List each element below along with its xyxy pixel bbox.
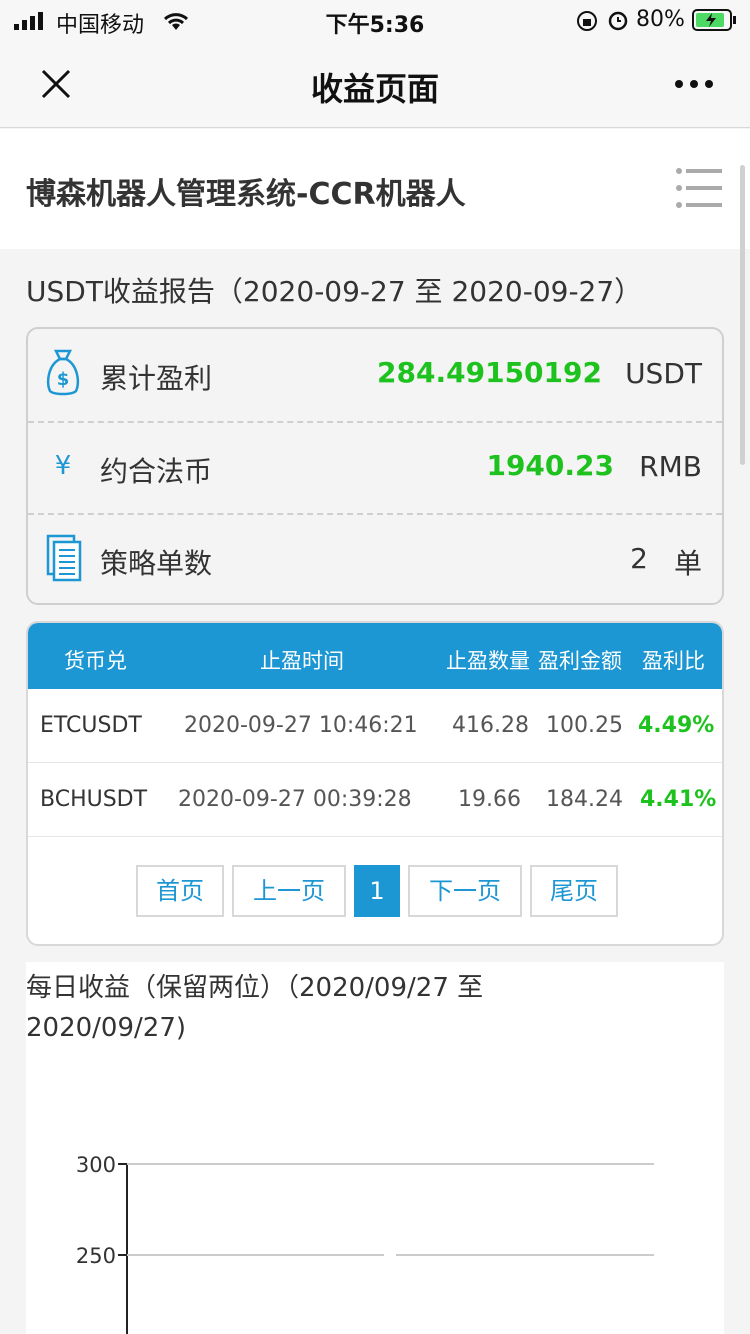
rotation-lock-icon [577,11,597,31]
page-title: 收益页面 [310,70,439,108]
next-page-button[interactable]: 下一页 [408,865,522,917]
app-header: 博森机器人管理系统-CCR机器人 [0,129,750,249]
table-header: 货币兑 止盈时间 止盈数量 盈利金额 盈利比 [28,623,722,689]
y-tick-label: 300 [76,1153,116,1177]
cell-time: 2020-09-27 10:46:21 [184,713,418,738]
nav-bar: 收益页面 [0,40,750,128]
fiat-value: 1940.23 [486,449,614,482]
orders-unit: 单 [673,547,702,580]
report-title: USDT收益报告（2020-09-27 至 2020-09-27） [26,275,643,308]
status-bar: 中国移动 下午5:36 80% [0,0,750,40]
summary-row-fiat: ¥ 约合法币 1940.23 RMB [28,422,722,514]
money-bag-icon: $ [46,349,80,396]
cell-amount: 184.24 [546,787,623,812]
more-icon[interactable] [674,78,714,90]
alarm-icon [608,11,628,31]
summary-row-orders: 策略单数 2 单 [28,514,722,606]
cell-quantity: 416.28 [452,713,529,738]
profit-label: 累计盈利 [100,362,213,395]
battery-percent: 80% [636,7,685,32]
cell-pair: ETCUSDT [40,713,142,738]
cell-amount: 100.25 [546,713,623,738]
battery-icon [692,9,736,31]
cell-ratio: 4.49% [638,713,715,738]
fiat-unit: RMB [639,450,702,483]
col-header-amount: 盈利金额 [538,649,622,673]
daily-profit-chart: 300 250 [76,1153,654,1334]
last-page-button[interactable]: 尾页 [530,865,618,917]
orders-value: 2 [630,542,648,575]
table-row[interactable]: ETCUSDT 2020-09-27 10:46:21 416.28 100.2… [28,689,722,763]
yen-icon: ¥ [55,451,72,480]
col-header-pair: 货币兑 [64,649,127,673]
first-page-button[interactable]: 首页 [136,865,224,917]
profit-value: 284.49150192 [377,356,602,389]
document-icon [46,534,82,582]
col-header-time: 止盈时间 [260,649,344,673]
svg-text:¥: ¥ [55,451,72,480]
col-header-quantity: 止盈数量 [446,649,530,673]
cell-pair: BCHUSDT [40,787,148,812]
menu-icon[interactable] [674,167,724,211]
cell-quantity: 19.66 [458,787,521,812]
fiat-label: 约合法币 [100,455,213,488]
profit-unit: USDT [625,357,702,390]
table-row[interactable]: BCHUSDT 2020-09-27 00:39:28 19.66 184.24… [28,763,722,837]
profit-table-card: 货币兑 止盈时间 止盈数量 盈利金额 盈利比 ETCUSDT 2020-09-2… [26,621,724,946]
summary-card: $ 累计盈利 284.49150192 USDT ¥ 约合法币 1940.23 … [26,327,724,605]
svg-text:$: $ [57,369,70,390]
cell-time: 2020-09-27 00:39:28 [178,787,412,812]
summary-row-profit: $ 累计盈利 284.49150192 USDT [28,329,722,421]
col-header-ratio: 盈利比 [642,649,705,673]
daily-profit-chart-card: 每日收益（保留两位）（2020/09/27 至 2020/09/27) 300 … [26,962,724,1334]
prev-page-button[interactable]: 上一页 [232,865,346,917]
orders-label: 策略单数 [100,547,213,580]
scrollbar[interactable] [740,165,745,465]
app-title: 博森机器人管理系统-CCR机器人 [26,177,466,212]
current-page-button[interactable]: 1 [354,865,400,917]
y-tick-label: 250 [76,1244,116,1268]
cell-ratio: 4.41% [640,787,717,812]
